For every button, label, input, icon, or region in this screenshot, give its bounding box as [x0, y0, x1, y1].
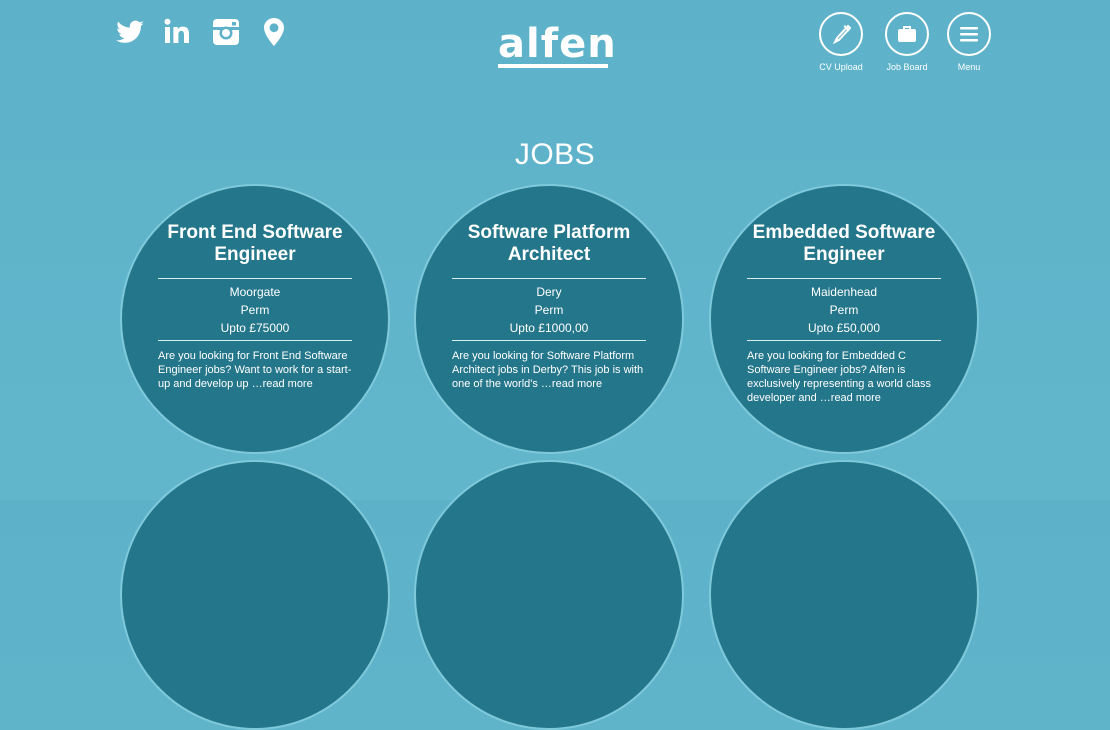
job-location: Maidenhead — [810, 285, 878, 299]
job-type: Perm — [829, 303, 859, 317]
job-description[interactable]: Are you looking for Software Platform Ar… — [452, 349, 646, 391]
job-description[interactable]: Are you looking for Front End Software E… — [158, 349, 352, 391]
job-card[interactable]: Software Platform Architect Dery Perm Up… — [414, 184, 684, 454]
logo-underline — [498, 64, 608, 68]
logo-text: alfen — [498, 21, 617, 67]
linkedin-icon[interactable] — [162, 16, 194, 48]
job-description[interactable]: Are you looking for Embedded C Software … — [747, 349, 941, 405]
job-salary: Upto £75000 — [220, 321, 290, 335]
brand-logo[interactable]: alfen — [498, 24, 616, 70]
job-board-button[interactable]: Job Board — [877, 12, 937, 72]
job-salary: Upto £1000,00 — [509, 321, 589, 335]
job-card[interactable]: Front End Software Engineer Moorgate Per… — [120, 184, 390, 454]
job-type: Perm — [534, 303, 564, 317]
cv-upload-button[interactable]: CV Upload — [811, 12, 871, 72]
job-title[interactable]: Front End Software Engineer — [158, 222, 352, 272]
job-card-partial[interactable] — [709, 460, 979, 730]
job-location: Moorgate — [229, 285, 281, 299]
cv-upload-label: CV Upload — [819, 62, 863, 72]
menu-button[interactable]: Menu — [939, 12, 999, 72]
job-meta: Maidenhead Perm Upto £50,000 — [747, 278, 941, 341]
twitter-icon[interactable] — [114, 16, 146, 48]
job-title[interactable]: Embedded Software Engineer — [747, 222, 941, 272]
location-icon[interactable] — [258, 16, 290, 48]
job-salary: Upto £50,000 — [807, 321, 881, 335]
page-title: JOBS — [514, 138, 596, 171]
job-meta: Moorgate Perm Upto £75000 — [158, 278, 352, 341]
briefcase-icon — [885, 12, 929, 56]
instagram-icon[interactable] — [210, 16, 242, 48]
job-card[interactable]: Embedded Software Engineer Maidenhead Pe… — [709, 184, 979, 454]
hamburger-icon — [947, 12, 991, 56]
job-type: Perm — [240, 303, 270, 317]
job-title[interactable]: Software Platform Architect — [452, 222, 646, 272]
social-links — [114, 16, 306, 48]
pen-nib-icon — [819, 12, 863, 56]
job-meta: Dery Perm Upto £1000,00 — [452, 278, 646, 341]
menu-label: Menu — [957, 62, 981, 72]
job-card-partial[interactable] — [414, 460, 684, 730]
job-card-partial[interactable] — [120, 460, 390, 730]
job-location: Dery — [536, 285, 562, 299]
job-board-label: Job Board — [886, 62, 928, 72]
